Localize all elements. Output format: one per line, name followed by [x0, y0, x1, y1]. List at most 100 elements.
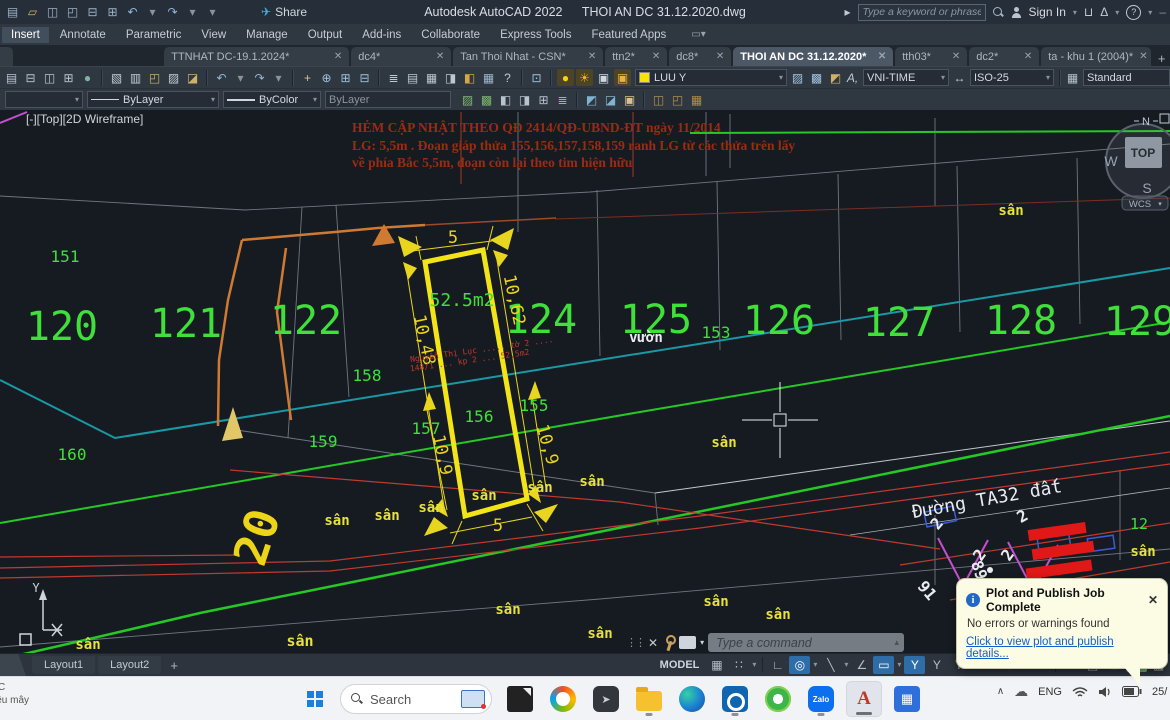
file-tab-tan-thoi-nhat-csn[interactable]: Tan Thoi Nhat - CSN*✕ — [453, 47, 603, 66]
file-tab-ttnhat-dc-19-1-2024[interactable]: TTNHAT DC-19.1.2024*✕ — [164, 47, 349, 66]
wcs-caret-icon[interactable]: ▾ — [1158, 201, 1162, 208]
layer-dropdown[interactable]: LUU Y ▾ — [635, 69, 787, 86]
layer-lock-icon[interactable]: ▣ — [614, 69, 631, 86]
ribbon-tab-view[interactable]: View — [192, 27, 235, 43]
autodesk-logo-icon[interactable]: Δ — [1100, 5, 1108, 19]
command-recent-caret-icon[interactable]: ▾ — [700, 638, 704, 647]
help-icon[interactable]: ? — [1126, 5, 1141, 20]
ribbon-tab-annotate[interactable]: Annotate — [51, 27, 115, 43]
ribbon-tab-featured-apps[interactable]: Featured Apps — [582, 27, 675, 43]
command-recent-icon[interactable] — [679, 636, 696, 649]
volume-icon[interactable] — [1098, 686, 1112, 698]
layer-previous-icon[interactable]: ◧ — [461, 69, 478, 86]
autocad-icon[interactable]: A — [846, 681, 882, 717]
command-history-up-icon[interactable]: ▴ — [895, 637, 905, 648]
layer-prev2-icon[interactable]: ◧ — [497, 91, 514, 108]
tray-overflow-icon[interactable]: ∧ — [997, 686, 1004, 697]
match-properties-icon[interactable]: ▧ — [108, 69, 125, 86]
etransmit-icon[interactable]: ● — [79, 69, 96, 86]
plotstyle-dropdown[interactable]: ByLayer — [325, 91, 451, 108]
autodesk-caret-icon[interactable]: ▾ — [1115, 8, 1119, 17]
undo-icon[interactable]: ↶ — [124, 4, 141, 21]
new-drawing-tab-button[interactable]: + — [1153, 50, 1170, 66]
layer-off-icon[interactable]: ▩ — [808, 69, 825, 86]
new-layout-button[interactable]: + — [164, 658, 184, 673]
layer-walk-icon[interactable]: ▦ — [423, 69, 440, 86]
viewcube-west-label[interactable]: W — [1104, 153, 1118, 169]
copy-base-icon[interactable]: ▨ — [165, 69, 182, 86]
share-button[interactable]: ✈ Share — [261, 5, 307, 19]
isodraft-icon[interactable]: ╲ — [820, 656, 841, 674]
signin-caret-icon[interactable]: ▾ — [1073, 8, 1077, 17]
file-tab-close-icon[interactable]: ✕ — [952, 51, 960, 62]
layer-off2-icon[interactable]: ◩ — [583, 91, 600, 108]
status-caret-icon[interactable]: ▾ — [895, 660, 903, 669]
search-icon[interactable] — [993, 7, 1004, 18]
object-snap-3d-icon[interactable]: Y — [926, 656, 947, 674]
help-caret-icon[interactable]: ▾ — [1148, 8, 1152, 17]
block-edit-icon[interactable]: ◪ — [184, 69, 201, 86]
model-space-label[interactable]: MODEL — [660, 659, 700, 671]
ribbon-tab-collaborate[interactable]: Collaborate — [412, 27, 489, 43]
zoom-window-icon[interactable]: ⊞ — [337, 69, 354, 86]
zoom-realtime-icon[interactable]: ⊕ — [318, 69, 335, 86]
vport-thaw-icon[interactable]: ◰ — [669, 91, 686, 108]
undo-icon[interactable]: ↶ — [213, 69, 230, 86]
edge-browser-icon[interactable] — [674, 681, 710, 717]
polar-tracking-icon[interactable]: ◎ — [789, 656, 810, 674]
command-close-icon[interactable]: ✕ — [648, 636, 658, 650]
lineweight-dropdown[interactable]: ByColor ▾ — [223, 91, 321, 108]
layer-freeze2-icon[interactable]: ≣ — [554, 91, 571, 108]
viewcube-south-label[interactable]: S — [1142, 180, 1151, 196]
file-tab-dc2[interactable]: dc2*✕ — [969, 47, 1039, 66]
open-icon[interactable]: ▱ — [24, 4, 41, 21]
table-style-dropdown[interactable]: Standard — [1083, 69, 1170, 86]
notification-link[interactable]: Click to view plot and publish details..… — [966, 636, 1158, 660]
file-tab-dc8[interactable]: dc8*✕ — [669, 47, 731, 66]
paste-icon[interactable]: ◰ — [146, 69, 163, 86]
media-dark-app-icon[interactable] — [588, 681, 624, 717]
command-input[interactable] — [708, 636, 894, 650]
zalo-icon[interactable]: Zalo — [803, 681, 839, 717]
publish-icon[interactable]: ⊞ — [60, 69, 77, 86]
sign-in-button[interactable]: Sign In — [1029, 5, 1066, 19]
layer-properties-icon[interactable]: ≣ — [385, 69, 402, 86]
help-icon[interactable]: ? — [499, 69, 516, 86]
file-tab-dc4[interactable]: dc4*✕ — [351, 47, 451, 66]
text-style-dropdown[interactable]: VNI-TIME ▾ — [863, 69, 949, 86]
app-store-cart-icon[interactable]: ⊔ — [1084, 5, 1093, 19]
ribbon-tab-express-tools[interactable]: Express Tools — [491, 27, 580, 43]
color-dropdown[interactable]: ▾ — [5, 91, 83, 108]
layer-unlock-icon[interactable]: ▣ — [595, 69, 612, 86]
pan-icon[interactable]: + — [299, 69, 316, 86]
command-wrench-icon[interactable] — [662, 634, 675, 652]
layer-uniso-icon[interactable]: ⊞ — [535, 91, 552, 108]
battery-icon[interactable] — [1122, 686, 1142, 697]
onedrive-icon[interactable]: ☁ — [1014, 683, 1028, 700]
taskbar-search[interactable]: Search — [340, 684, 492, 714]
wcs-dropdown[interactable]: WCS — [1129, 199, 1151, 210]
search-expand-icon[interactable]: ▸ — [844, 5, 850, 19]
file-tab-partial[interactable] — [0, 47, 13, 66]
field-icon[interactable]: ⊡ — [528, 69, 545, 86]
layout-icon[interactable]: ▤ — [3, 69, 20, 86]
file-tab-close-icon[interactable]: ✕ — [588, 51, 596, 62]
snap-mode-icon[interactable]: ∷ — [728, 656, 749, 674]
ortho-icon[interactable]: ∟ — [767, 656, 788, 674]
viewport-controls[interactable]: [-][Top][2D Wireframe] — [26, 112, 143, 126]
redo-icon[interactable]: ↷ — [251, 69, 268, 86]
calculator-grid-icon[interactable]: ▦ — [889, 681, 925, 717]
file-tab-close-icon[interactable]: ✕ — [436, 51, 444, 62]
layer-isolate-icon[interactable]: ◩ — [827, 69, 844, 86]
file-tab-close-icon[interactable]: ✕ — [652, 51, 660, 62]
weather-widget[interactable]: °C iều mây — [0, 682, 29, 707]
copilot-icon[interactable] — [545, 681, 581, 717]
file-tab-thoi-an-dc-31-12-2020[interactable]: THOI AN DC 31.12.2020*✕ — [733, 47, 893, 66]
redo-caret-icon[interactable]: ▾ — [270, 69, 287, 86]
file-explorer-icon[interactable] — [631, 681, 667, 717]
qat-customize-caret-icon[interactable]: ▾ — [204, 4, 221, 21]
file-tab-tth03[interactable]: tth03*✕ — [895, 47, 967, 66]
ribbon-tab-output[interactable]: Output — [299, 27, 352, 43]
taskbar-clock[interactable]: 25/ — [1152, 686, 1168, 698]
ribbon-tab-parametric[interactable]: Parametric — [117, 27, 191, 43]
